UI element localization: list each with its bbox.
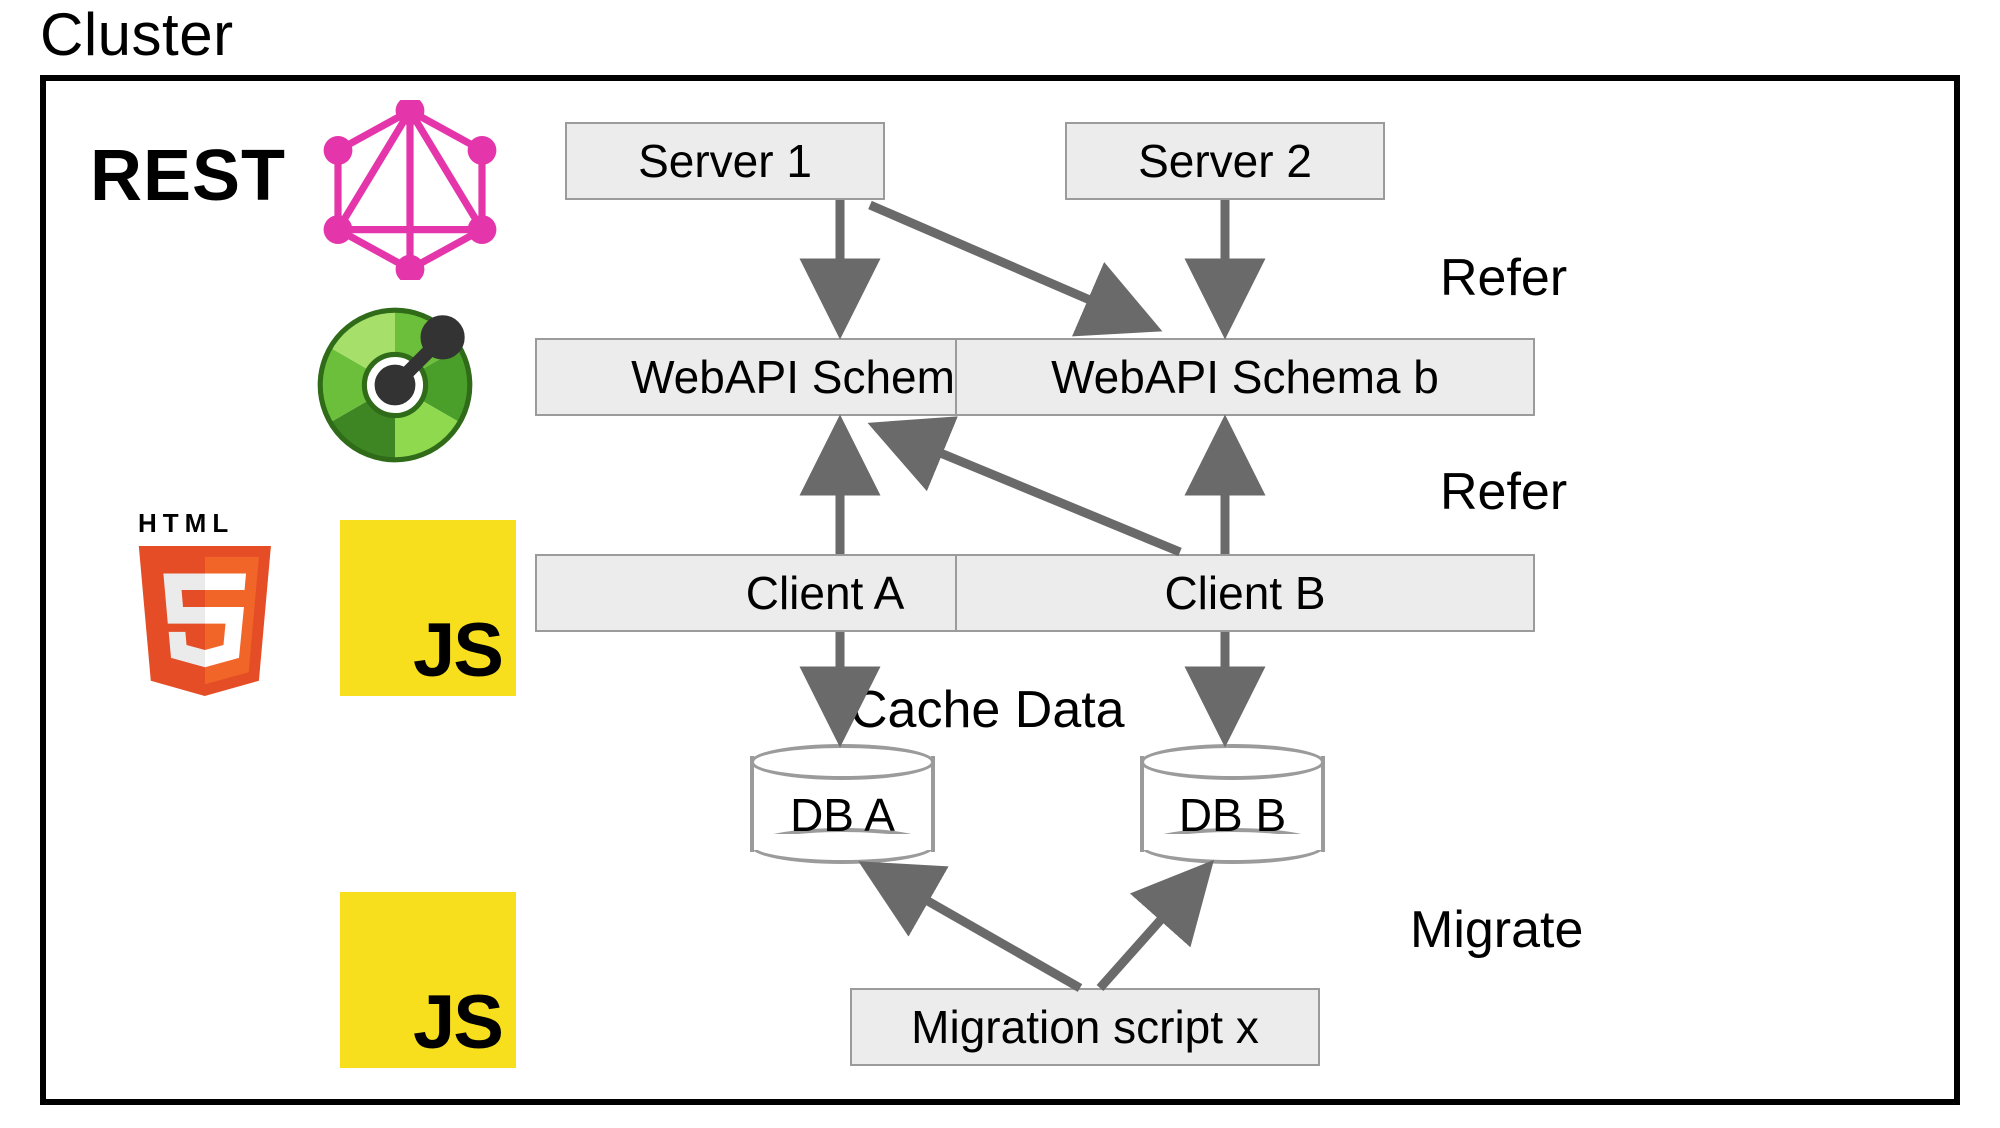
label-cache: Cache Data xyxy=(850,680,1125,740)
html5-icon: HTML xyxy=(130,510,280,710)
label-migrate: Migrate xyxy=(1410,900,1583,960)
label-refer-top: Refer xyxy=(1440,248,1567,308)
node-client-b: Client B xyxy=(955,554,1535,632)
openapi-icon xyxy=(310,300,480,470)
graphql-icon xyxy=(320,100,500,280)
js-icon: JS xyxy=(340,520,516,696)
html5-word: HTML xyxy=(138,508,234,539)
diagram-stage: Cluster REST xyxy=(0,0,2000,1128)
js-icon: JS xyxy=(340,892,516,1068)
rest-label: REST xyxy=(90,135,286,217)
js-badge-text: JS xyxy=(413,979,502,1066)
label-refer-mid: Refer xyxy=(1440,462,1567,522)
node-db-b: DB B xyxy=(1140,744,1325,864)
node-schema-b: WebAPI Schema b xyxy=(955,338,1535,416)
node-server1: Server 1 xyxy=(565,122,885,200)
node-server2: Server 2 xyxy=(1065,122,1385,200)
cluster-title: Cluster xyxy=(40,0,234,69)
js-badge-text: JS xyxy=(413,607,502,694)
node-migration: Migration script x xyxy=(850,988,1320,1066)
node-db-a: DB A xyxy=(750,744,935,864)
